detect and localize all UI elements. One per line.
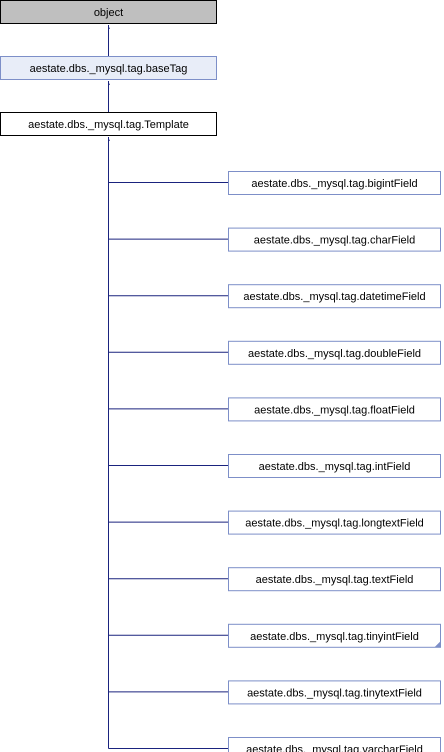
node-charfield[interactable]: aestate.dbs._mysql.tag.charField xyxy=(228,227,441,252)
node-varcharfield[interactable]: aestate.dbs._mysql.tag.varcharField xyxy=(228,737,441,752)
node-doublefield[interactable]: aestate.dbs._mysql.tag.doubleField xyxy=(228,340,441,365)
node-object: object xyxy=(0,0,217,24)
node-tinytextfield[interactable]: aestate.dbs._mysql.tag.tinytextField xyxy=(228,680,441,705)
node-floatfield[interactable]: aestate.dbs._mysql.tag.floatField xyxy=(228,397,441,422)
node-template-label: aestate.dbs._mysql.tag.Template xyxy=(28,119,189,131)
node-longtextfield[interactable]: aestate.dbs._mysql.tag.longtextField xyxy=(228,510,441,535)
node-textfield-label: aestate.dbs._mysql.tag.textField xyxy=(256,574,414,586)
node-bigintfield-label: aestate.dbs._mysql.tag.bigintField xyxy=(251,178,417,190)
node-datetimefield[interactable]: aestate.dbs._mysql.tag.datetimeField xyxy=(228,284,441,309)
node-charfield-label: aestate.dbs._mysql.tag.charField xyxy=(254,235,415,247)
node-basetag-label: aestate.dbs._mysql.tag.baseTag xyxy=(30,63,188,75)
inheritance-diagram: object aestate.dbs._mysql.tag.baseTag ae… xyxy=(0,0,441,752)
node-intfield-label: aestate.dbs._mysql.tag.intField xyxy=(259,461,411,473)
node-floatfield-label: aestate.dbs._mysql.tag.floatField xyxy=(254,404,415,416)
node-doublefield-label: aestate.dbs._mysql.tag.doubleField xyxy=(248,348,421,360)
node-textfield[interactable]: aestate.dbs._mysql.tag.textField xyxy=(228,567,441,592)
node-tinyintfield-label: aestate.dbs._mysql.tag.tinyintField xyxy=(250,631,419,643)
node-longtextfield-label: aestate.dbs._mysql.tag.longtextField xyxy=(245,518,424,530)
node-tinytextfield-label: aestate.dbs._mysql.tag.tinytextField xyxy=(247,687,422,699)
node-varcharfield-label: aestate.dbs._mysql.tag.varcharField xyxy=(246,744,423,752)
node-template: aestate.dbs._mysql.tag.Template xyxy=(0,112,217,136)
child-nodes: aestate.dbs._mysql.tag.bigintFieldaestat… xyxy=(228,171,441,752)
node-datetimefield-label: aestate.dbs._mysql.tag.datetimeField xyxy=(243,291,425,303)
node-object-label: object xyxy=(94,7,123,19)
node-bigintfield[interactable]: aestate.dbs._mysql.tag.bigintField xyxy=(228,171,441,195)
node-basetag[interactable]: aestate.dbs._mysql.tag.baseTag xyxy=(0,56,217,80)
node-intfield[interactable]: aestate.dbs._mysql.tag.intField xyxy=(228,454,441,478)
node-tinyintfield[interactable]: aestate.dbs._mysql.tag.tinyintField xyxy=(228,623,441,648)
